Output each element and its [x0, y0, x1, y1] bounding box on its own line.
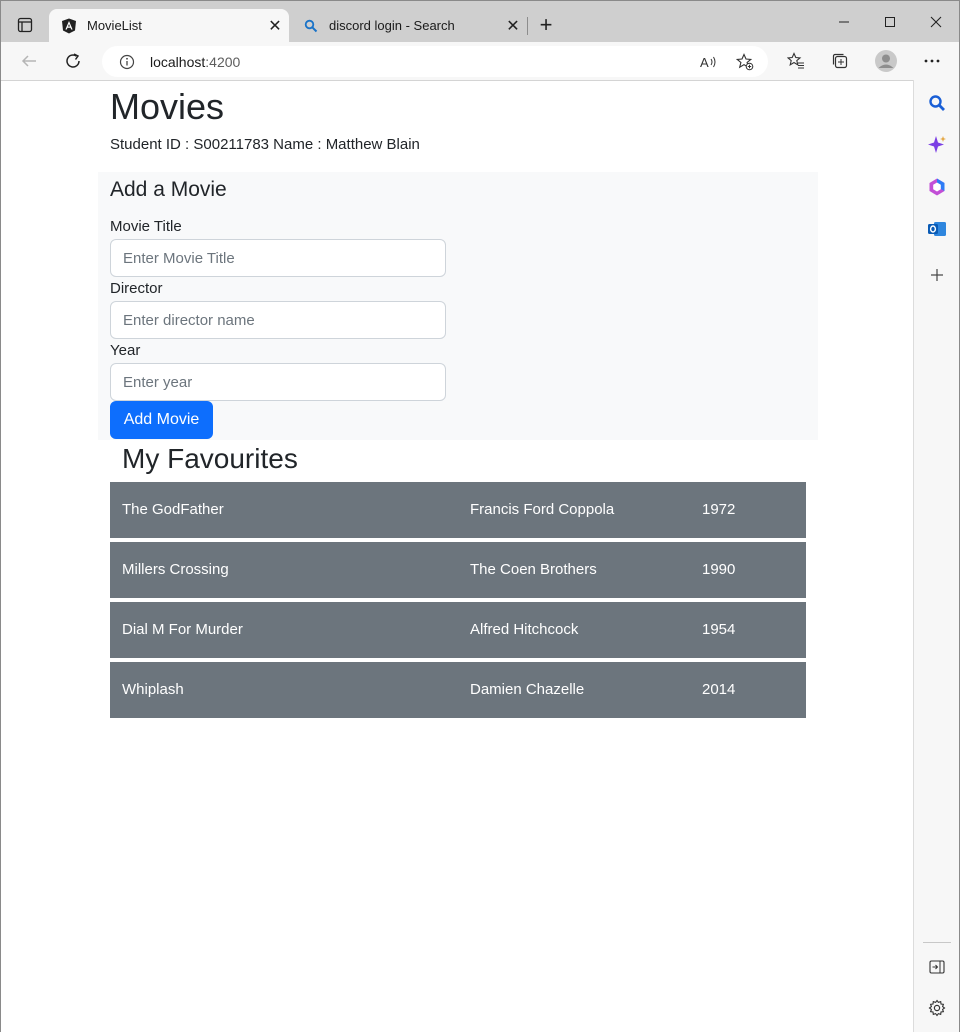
close-tab-icon[interactable]: ✕ — [499, 12, 527, 40]
student-info: Student ID : S00211783 Name : Matthew Bl… — [110, 136, 420, 153]
tab-actions-icon[interactable] — [9, 9, 41, 41]
close-window-icon[interactable] — [913, 1, 959, 42]
add-sidebar-app-icon[interactable] — [922, 260, 952, 290]
hide-sidebar-icon[interactable] — [922, 952, 952, 982]
movie-director: Francis Ford Coppola — [470, 501, 615, 518]
settings-gear-icon[interactable] — [922, 993, 952, 1023]
favourites-heading: My Favourites — [122, 443, 298, 474]
tab-movielist[interactable]: MovieList ✕ — [49, 9, 289, 42]
favorites-icon[interactable] — [780, 45, 812, 77]
outlook-icon[interactable] — [922, 214, 952, 244]
tab-discord-search[interactable]: discord login - Search ✕ — [291, 9, 527, 42]
tab-divider — [527, 17, 528, 35]
tab-title: MovieList — [87, 18, 142, 33]
movie-title-input[interactable] — [110, 239, 446, 277]
page-viewport: Movies Student ID : S00211783 Name : Mat… — [1, 80, 913, 1032]
movie-director: Alfred Hitchcock — [470, 621, 579, 638]
movie-row[interactable]: Millers Crossing The Coen Brothers 1990 — [110, 542, 806, 598]
maximize-icon[interactable] — [867, 1, 913, 42]
collections-icon[interactable] — [824, 45, 856, 77]
movie-row[interactable]: Dial M For Murder Alfred Hitchcock 1954 — [110, 602, 806, 658]
movie-year: 1954 — [702, 621, 736, 638]
form-heading: Add a Movie — [110, 178, 227, 201]
browser-toolbar: localhost:4200 A — [1, 42, 959, 80]
year-input[interactable] — [110, 363, 446, 401]
back-arrow-icon[interactable] — [13, 45, 45, 77]
movie-title: Whiplash — [122, 681, 184, 698]
svg-text:A: A — [700, 55, 709, 70]
add-favorite-icon[interactable] — [730, 46, 760, 77]
movie-director: Damien Chazelle — [470, 681, 585, 698]
address-url: localhost:4200 — [150, 54, 240, 70]
tab-title: discord login - Search — [329, 18, 455, 33]
profile-avatar-icon[interactable] — [870, 45, 902, 77]
movie-year: 1990 — [702, 561, 736, 578]
sidebar-divider — [923, 942, 951, 943]
tab-strip: MovieList ✕ discord login - Search ✕ + — [1, 1, 959, 42]
director-label: Director — [110, 280, 163, 297]
edge-sidebar — [913, 80, 959, 1032]
site-info-icon[interactable] — [110, 54, 144, 70]
favourites-list: The GodFather Francis Ford Coppola 1972 … — [110, 482, 806, 722]
search-icon[interactable] — [922, 88, 952, 118]
movie-year: 1972 — [702, 501, 736, 518]
movie-year: 2014 — [702, 681, 736, 698]
movie-title: Millers Crossing — [122, 561, 229, 578]
angular-logo-icon — [61, 18, 77, 34]
add-movie-form: Add a Movie Movie Title Director Year Ad… — [98, 172, 818, 440]
add-movie-button[interactable]: Add Movie — [110, 401, 213, 439]
url-port: :4200 — [205, 53, 241, 70]
address-bar[interactable]: localhost:4200 A — [102, 46, 768, 77]
office-icon[interactable] — [922, 172, 952, 202]
minimize-icon[interactable] — [821, 1, 867, 42]
search-icon — [303, 18, 319, 34]
movie-director: The Coen Brothers — [470, 561, 597, 578]
movie-row[interactable]: Whiplash Damien Chazelle 2014 — [110, 662, 806, 718]
movie-title-label: Movie Title — [110, 218, 182, 235]
new-tab-icon[interactable]: + — [532, 11, 560, 39]
browser-window: MovieList ✕ discord login - Search ✕ + l… — [0, 0, 960, 1032]
movie-row[interactable]: The GodFather Francis Ford Coppola 1972 — [110, 482, 806, 538]
copilot-sparkle-icon[interactable] — [922, 130, 952, 160]
url-host: localhost — [150, 53, 206, 70]
movie-title: Dial M For Murder — [122, 621, 243, 638]
year-label: Year — [110, 342, 141, 359]
more-options-icon[interactable] — [916, 45, 948, 77]
page-title: Movies — [110, 86, 225, 127]
read-aloud-icon[interactable]: A — [694, 46, 724, 77]
movie-title: The GodFather — [122, 501, 224, 518]
refresh-icon[interactable] — [57, 45, 89, 77]
director-input[interactable] — [110, 301, 446, 339]
close-tab-icon[interactable]: ✕ — [261, 12, 289, 40]
